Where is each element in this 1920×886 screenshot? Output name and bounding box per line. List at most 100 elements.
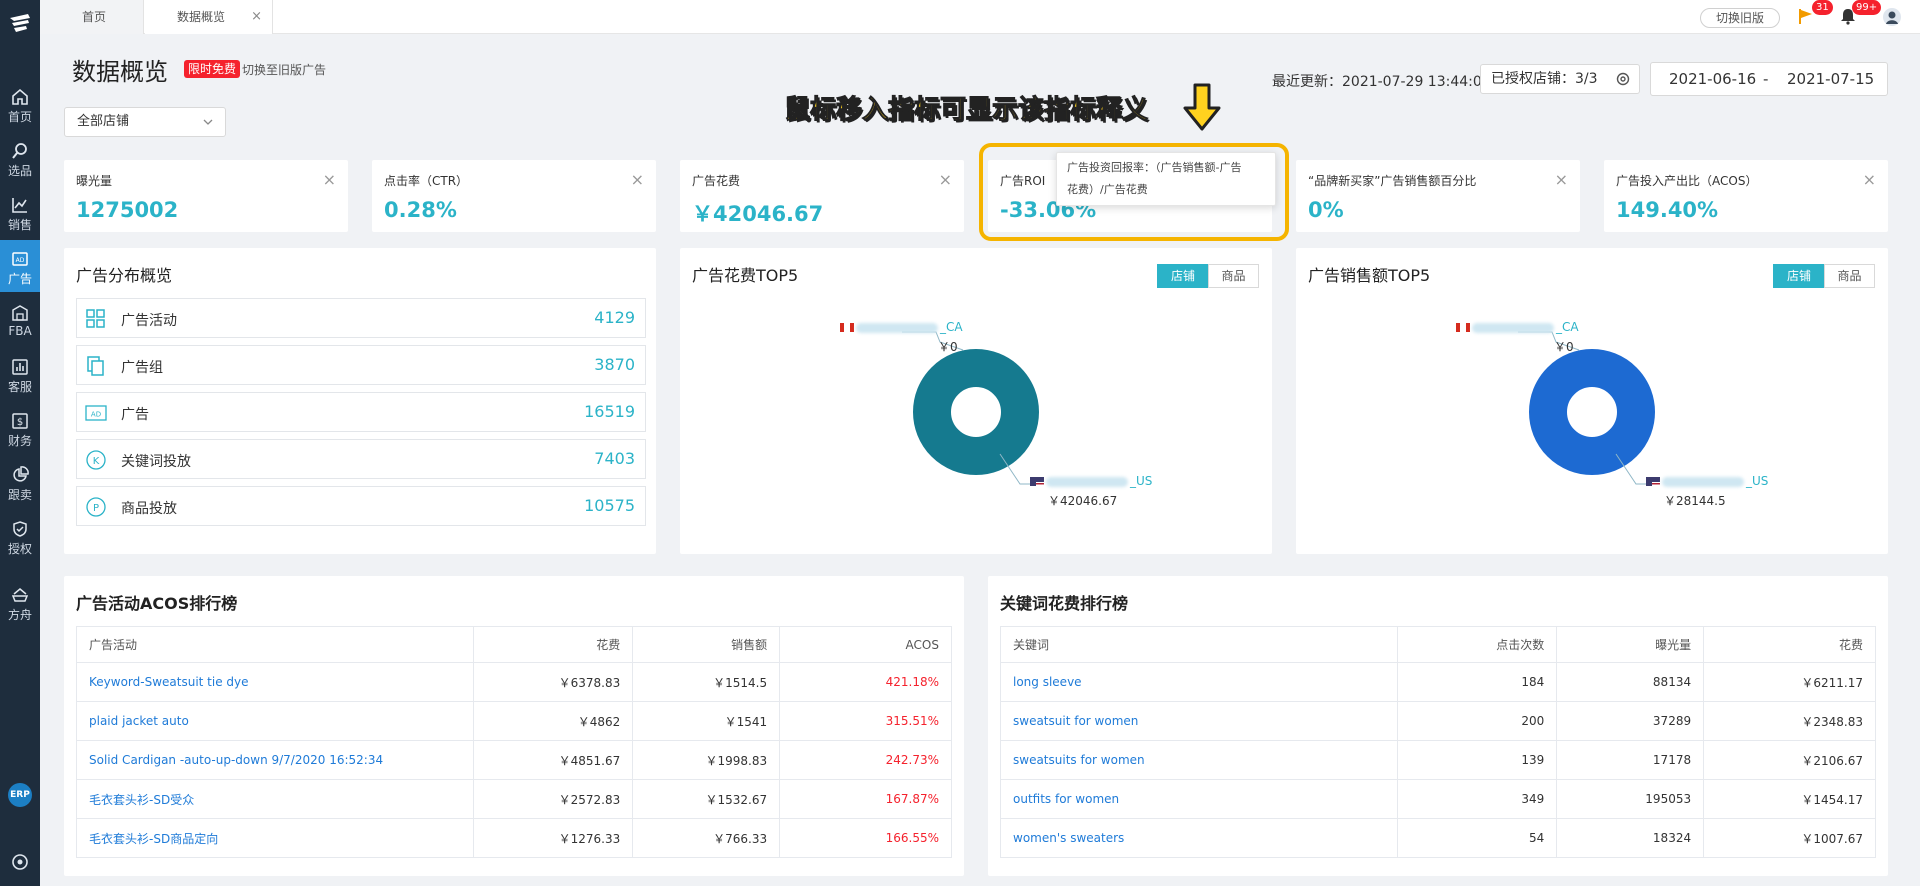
legend-suffix: _US [1746, 474, 1769, 488]
svg-text:AD: AD [91, 411, 101, 419]
k-circle-icon: K [86, 450, 106, 470]
table-row: 毛衣套头衫-SD受众 ￥2572.83 ￥1532.67 167.87% [75, 779, 952, 819]
date-end: 2021-07-15 [1787, 70, 1875, 88]
legend-ca: _CA [840, 320, 963, 334]
tab-home[interactable]: 首页 [40, 0, 144, 34]
legend-us-value: ￥42046.67 [1048, 494, 1118, 508]
sidebar-item-ark[interactable]: 方舟 [0, 576, 40, 628]
sidebar-item-label: 授权 [7, 542, 32, 556]
table-cell: 18324 [1556, 818, 1705, 858]
sidebar-item-label: 跟卖 [7, 488, 32, 502]
sidebar-item-home[interactable]: 首页 [0, 78, 40, 130]
chevron-down-icon [203, 119, 213, 125]
keyword-link[interactable]: sweatsuits for women [999, 740, 1399, 780]
sidebar-item-fba[interactable]: FBA [0, 294, 40, 346]
metric-impressions[interactable]: 曝光量 1275002 × [64, 160, 348, 232]
campaign-link[interactable]: plaid jacket auto [75, 701, 475, 741]
switch-old-version-button[interactable]: 切换旧版 [1700, 8, 1780, 28]
sidebar-item-label: 选品 [7, 164, 32, 178]
table-cell: ￥1514.5 [632, 662, 781, 702]
date-separator: - [1763, 70, 1769, 88]
column-header: 销售额 [632, 626, 781, 663]
redacted-store-name [1472, 322, 1554, 333]
metric-label: 广告ROI [1000, 174, 1046, 188]
metric-label: “品牌新买家”广告销售额百分比 [1308, 174, 1477, 188]
table-cell: ￥1454.17 [1703, 779, 1876, 819]
keyword-link[interactable]: women's sweaters [999, 818, 1399, 858]
campaign-link[interactable]: 毛衣套头衫-SD受众 [75, 779, 475, 819]
close-icon[interactable]: × [1863, 170, 1876, 189]
tab-bar: 首页 数据概览 × 切换旧版 31 99+ [40, 0, 1920, 34]
table-cell: 139 [1397, 740, 1558, 780]
warehouse-icon [12, 305, 28, 321]
store-select-value: 全部店铺 [77, 114, 130, 129]
legend-suffix: _CA [940, 320, 963, 334]
metric-ctr[interactable]: 点击率（CTR） 0.28% × [372, 160, 656, 232]
sidebar-item-service[interactable]: 客服 [0, 348, 40, 400]
redacted-store-name [1662, 476, 1744, 487]
gear-icon[interactable] [1615, 71, 1631, 87]
annotation-text: 鼠标移入指标可显示该指标释义 [783, 95, 1149, 126]
campaign-link[interactable]: Solid Cardigan -auto-up-down 9/7/2020 16… [75, 740, 475, 780]
svg-text:K: K [93, 456, 100, 467]
keyword-link[interactable]: outfits for women [999, 779, 1399, 819]
metric-new-to-brand[interactable]: “品牌新买家”广告销售额百分比 0% × [1296, 160, 1580, 232]
list-item[interactable]: 广告组 3870 [76, 345, 646, 385]
redacted-store-name [1046, 476, 1128, 487]
erp-button[interactable]: ERP [8, 783, 32, 807]
notification-badge: 99+ [1852, 0, 1882, 15]
sidebar-item-authorize[interactable]: 授权 [0, 510, 40, 562]
sidebar-item-follow-sell[interactable]: 跟卖 [0, 456, 40, 508]
sidebar-item-finance[interactable]: $ 财务 [0, 402, 40, 454]
authorized-stores[interactable]: 已授权店铺：3/3 [1480, 64, 1640, 94]
metric-ad-spend[interactable]: 广告花费 ￥42046.67 × [680, 160, 964, 232]
list-item[interactable]: AD 广告 16519 [76, 392, 646, 432]
home-icon [12, 88, 28, 105]
date-range-picker[interactable]: 2021-06-16 - 2021-07-15 [1650, 62, 1888, 96]
close-icon[interactable]: × [1555, 170, 1568, 189]
panel-title: 广告分布概览 [76, 266, 173, 285]
close-icon[interactable]: × [631, 170, 644, 189]
metric-label: 曝光量 [76, 174, 113, 188]
close-icon[interactable]: × [323, 170, 336, 189]
list-item[interactable]: 广告活动 4129 [76, 298, 646, 338]
store-select[interactable]: 全部店铺 [64, 107, 226, 137]
avatar[interactable] [1882, 7, 1902, 27]
donut-slice-us[interactable] [913, 349, 1039, 475]
table-cell: ￥2348.83 [1703, 701, 1876, 741]
legend-suffix: _CA [1556, 320, 1579, 334]
switch-old-ad-link[interactable]: 切换至旧版广告 [242, 61, 326, 78]
date-start: 2021-06-16 [1669, 70, 1757, 88]
metric-label: 广告投入产出比（ACOS） [1616, 174, 1758, 188]
sidebar-item-label: FBA [8, 324, 32, 338]
ad-icon: AD [12, 252, 28, 266]
close-icon[interactable]: × [251, 0, 262, 34]
sidebar-item-ads[interactable]: AD 广告 [0, 240, 40, 292]
sidebar-item-label: 广告 [7, 272, 32, 286]
legend-us-value: ￥28144.5 [1664, 494, 1726, 508]
donut-slice-us[interactable] [1529, 349, 1655, 475]
metric-acos[interactable]: 广告投入产出比（ACOS） 149.40% × [1604, 160, 1888, 232]
free-tag: 限时免费 [184, 60, 241, 78]
metric-value: 0% [1308, 198, 1344, 222]
list-item-value: 16519 [584, 402, 635, 421]
list-item-value: 4129 [594, 308, 635, 327]
list-item[interactable]: P 商品投放 10575 [76, 486, 646, 526]
panel-title: 广告活动ACOS排行榜 [76, 594, 238, 613]
metric-label: 广告花费 [692, 174, 741, 188]
keyword-link[interactable]: sweatsuit for women [999, 701, 1399, 741]
sidebar-item-selection[interactable]: 选品 [0, 132, 40, 184]
tab-data-overview[interactable]: 数据概览 × [145, 0, 273, 34]
close-icon[interactable]: × [939, 170, 952, 189]
list-item-value: 10575 [584, 496, 635, 515]
settings-icon[interactable] [10, 852, 30, 872]
campaign-link[interactable]: 毛衣套头衫-SD商品定向 [75, 818, 475, 858]
campaign-link[interactable]: Keyword-Sweatsuit tie dye [75, 662, 475, 702]
table-cell: ￥6211.17 [1703, 662, 1876, 702]
keyword-link[interactable]: long sleeve [999, 662, 1399, 702]
logo-icon [10, 14, 30, 32]
sidebar-item-sales[interactable]: 销售 [0, 186, 40, 238]
table-cell: 54 [1397, 818, 1558, 858]
search-icon [12, 143, 27, 159]
list-item[interactable]: K 关键词投放 7403 [76, 439, 646, 479]
